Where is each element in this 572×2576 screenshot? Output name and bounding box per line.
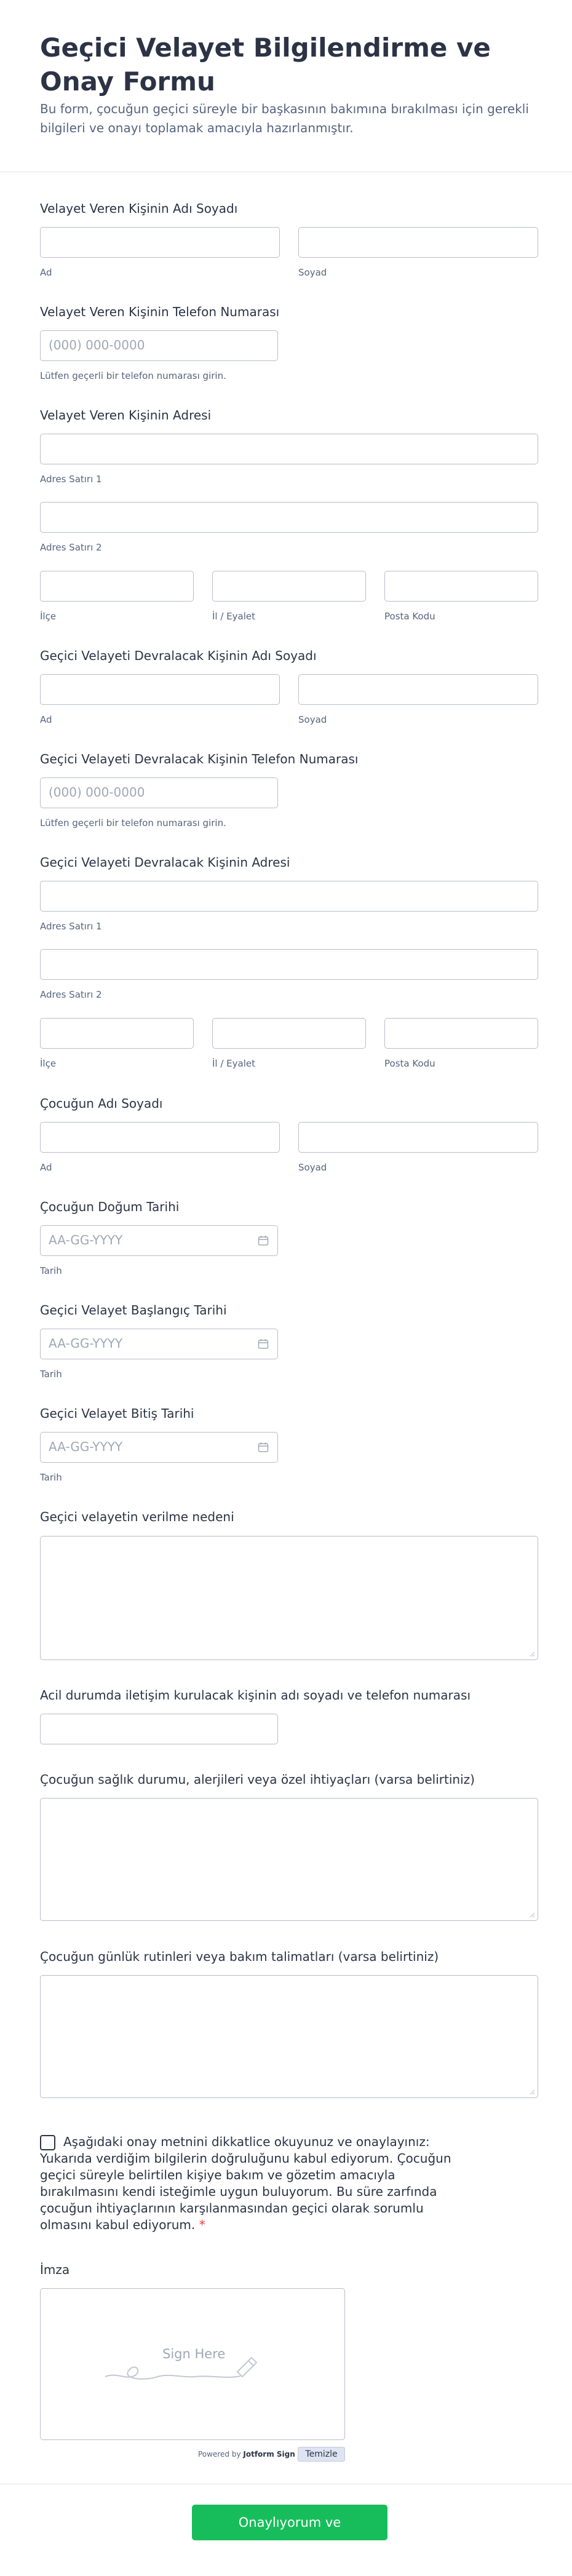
giver-postal-sublabel: Posta Kodu — [384, 611, 435, 622]
end-date-input[interactable]: AA-GG-YYYY — [40, 1432, 278, 1463]
form-description: Bu form, çocuğun geçici süreyle bir başk… — [40, 101, 529, 135]
giver-district-input[interactable] — [40, 571, 194, 602]
receiver-province-sublabel: İl / Eyalet — [212, 1058, 256, 1069]
calendar-icon[interactable] — [258, 1338, 269, 1350]
reason-textarea[interactable] — [40, 1536, 538, 1660]
child-last-name-input[interactable] — [298, 1122, 538, 1153]
signature-label: İmza — [40, 2262, 70, 2277]
consent-text-body: Aşağıdaki onay metnini dikkatlice okuyun… — [40, 2134, 451, 2232]
routine-label: Çocuğun günlük rutinleri veya bakım tali… — [40, 1949, 439, 1964]
receiver-phone-label: Geçici Velayeti Devralacak Kişinin Telef… — [40, 752, 359, 766]
emergency-contact-label: Acil durumda iletişim kurulacak kişinin … — [40, 1688, 471, 1703]
receiver-address-line2-input[interactable] — [40, 949, 538, 980]
receiver-last-name-input[interactable] — [298, 674, 538, 705]
giver-phone-help: Lütfen geçerli bir telefon numarası giri… — [40, 370, 226, 381]
receiver-postal-input[interactable] — [384, 1018, 538, 1049]
resize-handle-icon[interactable] — [529, 2089, 535, 2095]
giver-phone-label: Velayet Veren Kişinin Telefon Numarası — [40, 304, 280, 319]
receiver-district-sublabel: İlçe — [40, 1058, 57, 1069]
receiver-first-name-input[interactable] — [40, 674, 280, 705]
end-date-label: Geçici Velayet Bitiş Tarihi — [40, 1406, 194, 1421]
start-date-placeholder: AA-GG-YYYY — [49, 1336, 123, 1351]
end-date-placeholder: AA-GG-YYYY — [49, 1439, 123, 1454]
child-birth-date-input[interactable]: AA-GG-YYYY — [40, 1225, 278, 1256]
giver-province-input[interactable] — [212, 571, 366, 602]
receiver-district-input[interactable] — [40, 1018, 194, 1049]
end-date-sublabel: Tarih — [40, 1472, 62, 1483]
resize-handle-icon[interactable] — [529, 1651, 535, 1657]
routine-textarea[interactable] — [40, 1975, 538, 2098]
receiver-last-name-sublabel: Soyad — [298, 714, 327, 725]
giver-phone-input[interactable]: (000) 000-0000 — [40, 330, 278, 361]
form-header: Geçici Velayet Bilgilendirme ve Onay For… — [0, 0, 572, 172]
receiver-address-line1-sublabel: Adres Satırı 1 — [40, 921, 102, 932]
powered-by: Powered by Jotform Sign — [198, 2450, 295, 2459]
powered-by-brand: Jotform Sign — [243, 2450, 295, 2459]
giver-first-name-sublabel: Ad — [40, 267, 52, 278]
health-label: Çocuğun sağlık durumu, alerjileri veya ö… — [40, 1772, 475, 1787]
receiver-postal-sublabel: Posta Kodu — [384, 1058, 435, 1069]
reason-label: Geçici velayetin verilme nedeni — [40, 1509, 234, 1524]
receiver-address-label: Geçici Velayeti Devralacak Kişinin Adres… — [40, 855, 290, 870]
receiver-first-name-sublabel: Ad — [40, 714, 52, 725]
emergency-contact-input[interactable] — [40, 1714, 278, 1744]
health-textarea[interactable] — [40, 1798, 538, 1921]
giver-address-line2-input[interactable] — [40, 502, 538, 533]
child-name-label: Çocuğun Adı Soyadı — [40, 1096, 163, 1111]
child-birth-placeholder: AA-GG-YYYY — [49, 1233, 123, 1247]
child-last-name-sublabel: Soyad — [298, 1162, 327, 1173]
receiver-phone-help: Lütfen geçerli bir telefon numarası giri… — [40, 817, 226, 829]
resize-handle-icon[interactable] — [529, 1912, 535, 1918]
giver-address-line1-sublabel: Adres Satırı 1 — [40, 474, 102, 485]
receiver-province-input[interactable] — [212, 1018, 366, 1049]
receiver-address-line1-input[interactable] — [40, 881, 538, 912]
start-date-sublabel: Tarih — [40, 1369, 62, 1380]
child-birth-sublabel: Tarih — [40, 1265, 62, 1276]
clear-signature-button[interactable]: Temizle — [298, 2447, 345, 2462]
child-first-name-input[interactable] — [40, 1122, 280, 1153]
calendar-icon[interactable] — [258, 1235, 269, 1246]
required-mark: * — [199, 2217, 205, 2232]
calendar-icon[interactable] — [258, 1442, 269, 1453]
receiver-phone-input[interactable]: (000) 000-0000 — [40, 777, 278, 808]
giver-district-sublabel: İlçe — [40, 611, 57, 622]
giver-last-name-sublabel: Soyad — [298, 267, 327, 278]
consent-text: Aşağıdaki onay metnini dikkatlice okuyun… — [40, 2134, 477, 2233]
signature-pad[interactable]: Sign Here — [40, 2288, 345, 2440]
giver-first-name-input[interactable] — [40, 227, 280, 258]
submit-button[interactable]: Onaylıyorum ve Gönderiyorum — [192, 2505, 387, 2566]
signature-hint: Sign Here — [162, 2347, 226, 2361]
giver-address-label: Velayet Veren Kişinin Adresi — [40, 408, 212, 423]
receiver-address-line2-sublabel: Adres Satırı 2 — [40, 989, 102, 1000]
powered-by-prefix: Powered by — [198, 2450, 244, 2459]
giver-address-line2-sublabel: Adres Satırı 2 — [40, 542, 102, 553]
child-birth-label: Çocuğun Doğum Tarihi — [40, 1199, 180, 1214]
form-title: Geçici Velayet Bilgilendirme ve Onay For… — [40, 33, 491, 97]
start-date-label: Geçici Velayet Başlangıç Tarihi — [40, 1303, 227, 1318]
giver-province-sublabel: İl / Eyalet — [212, 611, 256, 622]
receiver-name-label: Geçici Velayeti Devralacak Kişinin Adı S… — [40, 648, 317, 663]
start-date-input[interactable]: AA-GG-YYYY — [40, 1329, 278, 1359]
giver-last-name-input[interactable] — [298, 227, 538, 258]
giver-address-line1-input[interactable] — [40, 434, 538, 464]
giver-postal-input[interactable] — [384, 571, 538, 602]
child-first-name-sublabel: Ad — [40, 1162, 52, 1173]
giver-name-label: Velayet Veren Kişinin Adı Soyadı — [40, 201, 238, 216]
